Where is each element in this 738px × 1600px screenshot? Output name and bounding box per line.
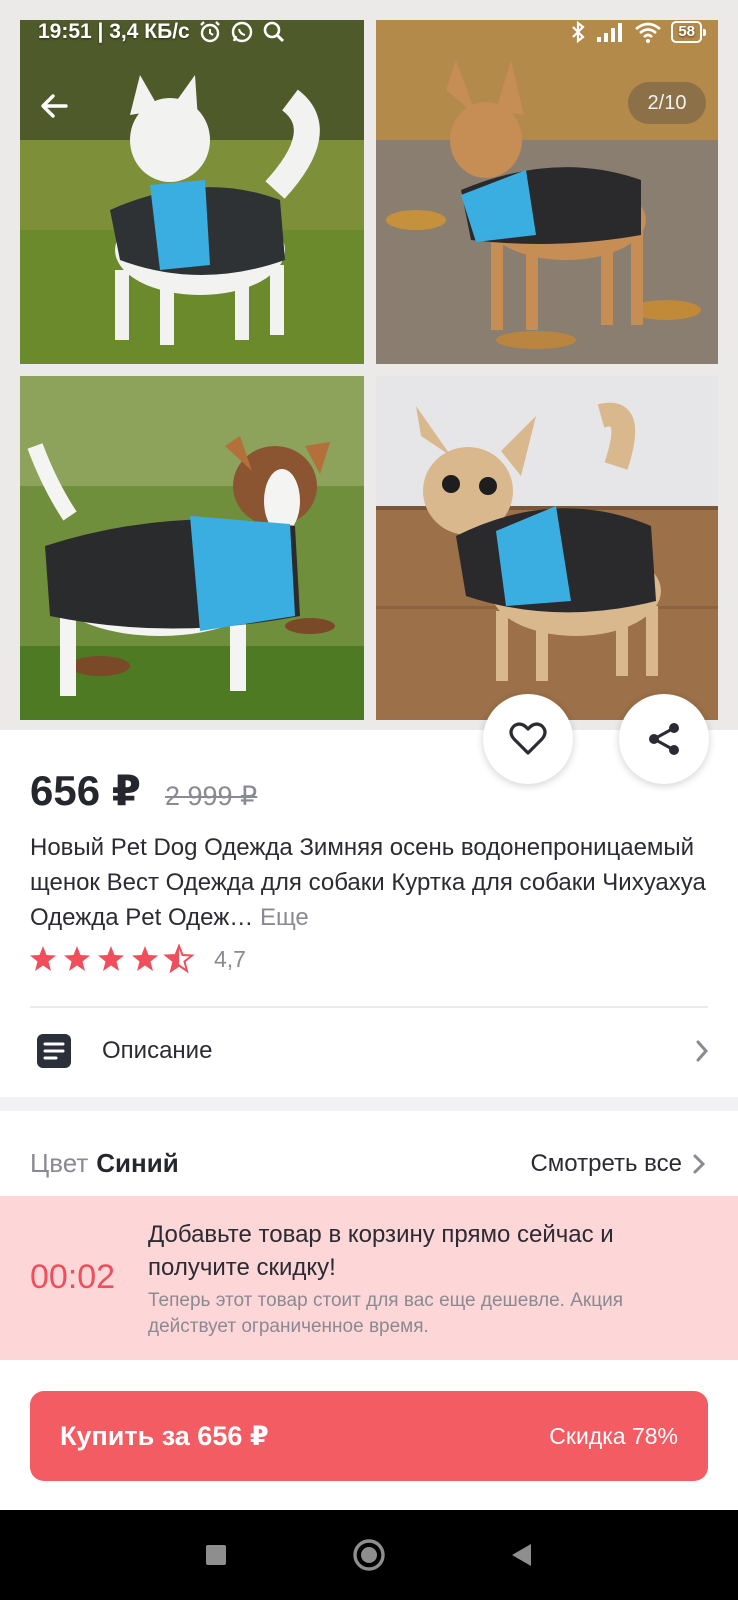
home-circle-icon — [353, 1539, 385, 1571]
status-time-speed: 19:51 | 3,4 КБ/с — [38, 20, 190, 43]
arrow-left-icon — [41, 94, 68, 118]
favorite-button[interactable] — [483, 694, 573, 784]
system-back-button[interactable] — [502, 1535, 542, 1575]
share-icon — [649, 723, 679, 755]
promo-banner: 00:02 Добавьте товар в корзину прямо сей… — [0, 1196, 738, 1360]
more-link[interactable]: Еще — [260, 904, 309, 931]
see-all-label: Смотреть все — [530, 1149, 682, 1177]
description-row[interactable]: Описание — [30, 1015, 710, 1087]
home-button[interactable] — [349, 1535, 389, 1575]
whatsapp-icon — [230, 20, 254, 44]
color-value: Синий — [96, 1148, 179, 1178]
product-photo-jack-russell — [20, 376, 364, 720]
search-icon — [262, 20, 286, 44]
old-price: 2 999 ₽ — [164, 781, 258, 811]
bluetooth-icon — [569, 20, 587, 44]
section-separator — [0, 1097, 738, 1111]
system-nav-bar — [0, 1510, 738, 1600]
product-gallery[interactable]: 19:51 | 3,4 КБ/с 58 2/10 — [0, 0, 738, 730]
price-row: 656 ₽ 2 999 ₽ — [30, 766, 257, 815]
product-page: 19:51 | 3,4 КБ/с 58 2/10 656 ₽ 2 999 ₽ Н… — [0, 0, 738, 1600]
status-bar: 19:51 | 3,4 КБ/с 58 — [0, 0, 738, 64]
rating[interactable]: 4,7 — [30, 944, 246, 974]
buy-label: Купить за 656 ₽ — [60, 1420, 269, 1451]
product-photo-brown-chihuahua — [376, 20, 718, 364]
wifi-icon — [633, 20, 663, 44]
promo-title: Добавьте товар в корзину прямо сейчас и … — [148, 1221, 614, 1281]
buy-button[interactable]: Купить за 656 ₽ Скидка 78% — [30, 1391, 708, 1481]
current-price: 656 ₽ — [30, 767, 141, 814]
see-all-link[interactable]: Смотреть все — [530, 1150, 706, 1178]
back-button[interactable] — [30, 82, 78, 130]
alarm-icon — [198, 20, 222, 44]
heart-icon — [509, 722, 547, 755]
description-label: Описание — [102, 1037, 213, 1064]
product-photo-white-dog — [20, 20, 364, 364]
product-title-text: Новый Pet Dog Одежда Зимняя осень водоне… — [30, 834, 706, 931]
rating-value: 4,7 — [214, 945, 246, 972]
promo-subtitle: Теперь этот товар стоит для вас еще деше… — [148, 1290, 623, 1337]
rating-stars-icon — [30, 944, 195, 974]
color-label: Цвет — [30, 1148, 89, 1178]
battery-indicator: 58 — [671, 21, 706, 43]
product-photo-beige-chihuahua — [376, 376, 718, 720]
chevron-right-icon — [694, 1039, 710, 1063]
triangle-back-icon — [511, 1544, 531, 1566]
divider — [30, 1006, 708, 1008]
product-title: Новый Pet Dog Одежда Зимняя осень водоне… — [30, 830, 710, 935]
recent-apps-button[interactable] — [196, 1535, 236, 1575]
color-row: Цвет Синий Смотреть все — [30, 1148, 706, 1179]
signal-icon — [595, 21, 625, 43]
countdown-timer: 00:02 — [30, 1258, 116, 1296]
share-button[interactable] — [619, 694, 709, 784]
square-icon — [206, 1545, 227, 1565]
chevron-right-icon — [693, 1154, 706, 1173]
gallery-counter: 2/10 — [628, 82, 706, 124]
discount-label: Скидка 78% — [549, 1422, 678, 1449]
document-icon — [34, 1031, 74, 1071]
